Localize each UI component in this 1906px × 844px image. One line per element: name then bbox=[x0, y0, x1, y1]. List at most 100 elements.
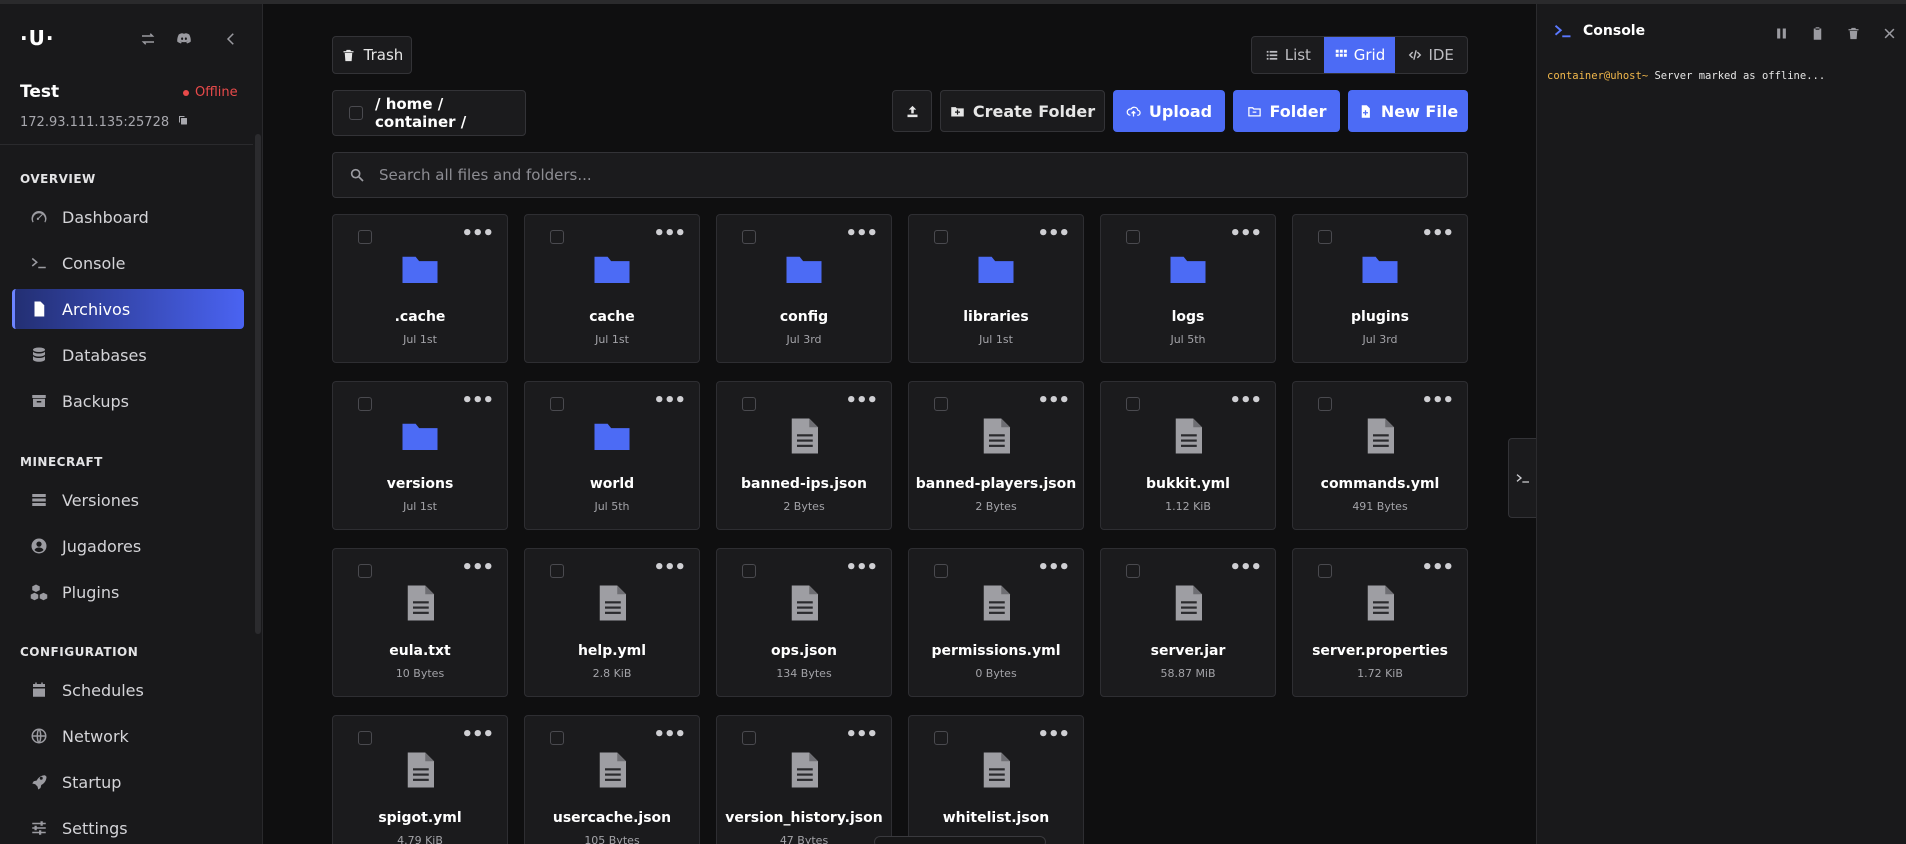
more-options-icon[interactable]: ••• bbox=[1229, 225, 1262, 243]
breadcrumb-path[interactable]: / home / container / bbox=[375, 95, 525, 131]
item-checkbox[interactable] bbox=[742, 731, 756, 745]
item-checkbox[interactable] bbox=[1126, 564, 1140, 578]
folder-card[interactable]: ••• config Jul 3rd bbox=[716, 214, 892, 363]
item-checkbox[interactable] bbox=[934, 230, 948, 244]
folder-card[interactable]: ••• plugins Jul 3rd bbox=[1292, 214, 1468, 363]
more-options-icon[interactable]: ••• bbox=[653, 559, 686, 577]
trash-button[interactable]: Trash bbox=[332, 36, 412, 74]
sidebar-item-players[interactable]: Jugadores bbox=[12, 526, 244, 566]
folder-card[interactable]: ••• cache Jul 1st bbox=[524, 214, 700, 363]
more-options-icon[interactable]: ••• bbox=[461, 726, 494, 744]
file-card[interactable]: ••• whitelist.json bbox=[908, 715, 1084, 844]
more-options-icon[interactable]: ••• bbox=[845, 559, 878, 577]
bottom-scroll-indicator[interactable] bbox=[874, 836, 1046, 844]
file-card[interactable]: ••• banned-ips.json 2 Bytes bbox=[716, 381, 892, 530]
sidebar-item-schedules[interactable]: Schedules bbox=[12, 670, 244, 710]
view-grid-button[interactable]: Grid bbox=[1323, 37, 1396, 73]
folder-button[interactable]: Folder bbox=[1233, 90, 1340, 132]
item-checkbox[interactable] bbox=[934, 731, 948, 745]
upload-button[interactable]: Upload bbox=[1113, 90, 1225, 132]
clear-trash-icon[interactable] bbox=[1843, 23, 1863, 43]
item-checkbox[interactable] bbox=[550, 731, 564, 745]
item-checkbox[interactable] bbox=[358, 230, 372, 244]
item-checkbox[interactable] bbox=[1126, 397, 1140, 411]
item-checkbox[interactable] bbox=[550, 397, 564, 411]
sidebar-item-network[interactable]: Network bbox=[12, 716, 244, 756]
more-options-icon[interactable]: ••• bbox=[1421, 225, 1454, 243]
folder-card[interactable]: ••• libraries Jul 1st bbox=[908, 214, 1084, 363]
file-card[interactable]: ••• commands.yml 491 Bytes bbox=[1292, 381, 1468, 530]
file-card[interactable]: ••• usercache.json 105 Bytes bbox=[524, 715, 700, 844]
more-options-icon[interactable]: ••• bbox=[1037, 392, 1070, 410]
more-options-icon[interactable]: ••• bbox=[653, 726, 686, 744]
item-checkbox[interactable] bbox=[742, 397, 756, 411]
switch-server-icon[interactable] bbox=[137, 28, 159, 50]
more-options-icon[interactable]: ••• bbox=[1421, 392, 1454, 410]
more-options-icon[interactable]: ••• bbox=[1037, 559, 1070, 577]
file-card[interactable]: ••• permissions.yml 0 Bytes bbox=[908, 548, 1084, 697]
close-icon[interactable] bbox=[1879, 23, 1899, 43]
copy-icon[interactable] bbox=[177, 114, 189, 130]
file-card[interactable]: ••• server.properties 1.72 KiB bbox=[1292, 548, 1468, 697]
folder-card[interactable]: ••• .cache Jul 1st bbox=[332, 214, 508, 363]
item-checkbox[interactable] bbox=[358, 731, 372, 745]
upload-archive-button[interactable] bbox=[892, 90, 932, 132]
more-options-icon[interactable]: ••• bbox=[461, 559, 494, 577]
sidebar-item-console[interactable]: Console bbox=[12, 243, 244, 283]
more-options-icon[interactable]: ••• bbox=[653, 392, 686, 410]
more-options-icon[interactable]: ••• bbox=[845, 225, 878, 243]
create-folder-button[interactable]: Create Folder bbox=[940, 90, 1105, 132]
item-checkbox[interactable] bbox=[1318, 564, 1332, 578]
sidebar-item-plugins[interactable]: Plugins bbox=[12, 572, 244, 612]
item-checkbox[interactable] bbox=[1318, 397, 1332, 411]
sidebar-item-databases[interactable]: Databases bbox=[12, 335, 244, 375]
item-checkbox[interactable] bbox=[550, 230, 564, 244]
more-options-icon[interactable]: ••• bbox=[845, 392, 878, 410]
item-checkbox[interactable] bbox=[358, 397, 372, 411]
view-list-button[interactable]: List bbox=[1252, 37, 1324, 73]
item-checkbox[interactable] bbox=[934, 397, 948, 411]
file-card[interactable]: ••• ops.json 134 Bytes bbox=[716, 548, 892, 697]
collapse-sidebar-icon[interactable] bbox=[220, 28, 242, 50]
select-all-checkbox[interactable] bbox=[349, 106, 363, 120]
sidebar-item-backups[interactable]: Backups bbox=[12, 381, 244, 421]
item-checkbox[interactable] bbox=[934, 564, 948, 578]
view-ide-button[interactable]: IDE bbox=[1395, 37, 1467, 73]
item-checkbox[interactable] bbox=[1318, 230, 1332, 244]
more-options-icon[interactable]: ••• bbox=[845, 726, 878, 744]
sidebar-item-dashboard[interactable]: Dashboard bbox=[12, 197, 244, 237]
sidebar-scrollbar[interactable] bbox=[255, 134, 261, 634]
item-checkbox[interactable] bbox=[358, 564, 372, 578]
file-card[interactable]: ••• spigot.yml 4.79 KiB bbox=[332, 715, 508, 844]
file-card[interactable]: ••• banned-players.json 2 Bytes bbox=[908, 381, 1084, 530]
file-card[interactable]: ••• server.jar 58.87 MiB bbox=[1100, 548, 1276, 697]
file-card[interactable]: ••• version_history.json 47 Bytes bbox=[716, 715, 892, 844]
item-checkbox[interactable] bbox=[550, 564, 564, 578]
file-card[interactable]: ••• eula.txt 10 Bytes bbox=[332, 548, 508, 697]
brand-logo[interactable]: ·U· bbox=[20, 26, 54, 50]
more-options-icon[interactable]: ••• bbox=[461, 392, 494, 410]
sidebar-item-versions[interactable]: Versiones bbox=[12, 480, 244, 520]
pause-icon[interactable] bbox=[1771, 23, 1791, 43]
more-options-icon[interactable]: ••• bbox=[1421, 559, 1454, 577]
more-options-icon[interactable]: ••• bbox=[1037, 225, 1070, 243]
new-file-button[interactable]: New File bbox=[1348, 90, 1468, 132]
item-checkbox[interactable] bbox=[742, 564, 756, 578]
sidebar-item-files[interactable]: Archivos bbox=[12, 289, 244, 329]
more-options-icon[interactable]: ••• bbox=[653, 225, 686, 243]
folder-card[interactable]: ••• world Jul 5th bbox=[524, 381, 700, 530]
discord-icon[interactable] bbox=[173, 28, 195, 50]
more-options-icon[interactable]: ••• bbox=[1229, 392, 1262, 410]
folder-card[interactable]: ••• logs Jul 5th bbox=[1100, 214, 1276, 363]
folder-card[interactable]: ••• versions Jul 1st bbox=[332, 381, 508, 530]
file-card[interactable]: ••• help.yml 2.8 KiB bbox=[524, 548, 700, 697]
sidebar-item-settings[interactable]: Settings bbox=[12, 808, 244, 844]
more-options-icon[interactable]: ••• bbox=[1229, 559, 1262, 577]
item-checkbox[interactable] bbox=[1126, 230, 1140, 244]
sidebar-item-startup[interactable]: Startup bbox=[12, 762, 244, 802]
console-toggle-tab[interactable] bbox=[1508, 438, 1536, 518]
clipboard-icon[interactable] bbox=[1807, 23, 1827, 43]
item-checkbox[interactable] bbox=[742, 230, 756, 244]
more-options-icon[interactable]: ••• bbox=[461, 225, 494, 243]
search-input[interactable] bbox=[379, 166, 1429, 184]
